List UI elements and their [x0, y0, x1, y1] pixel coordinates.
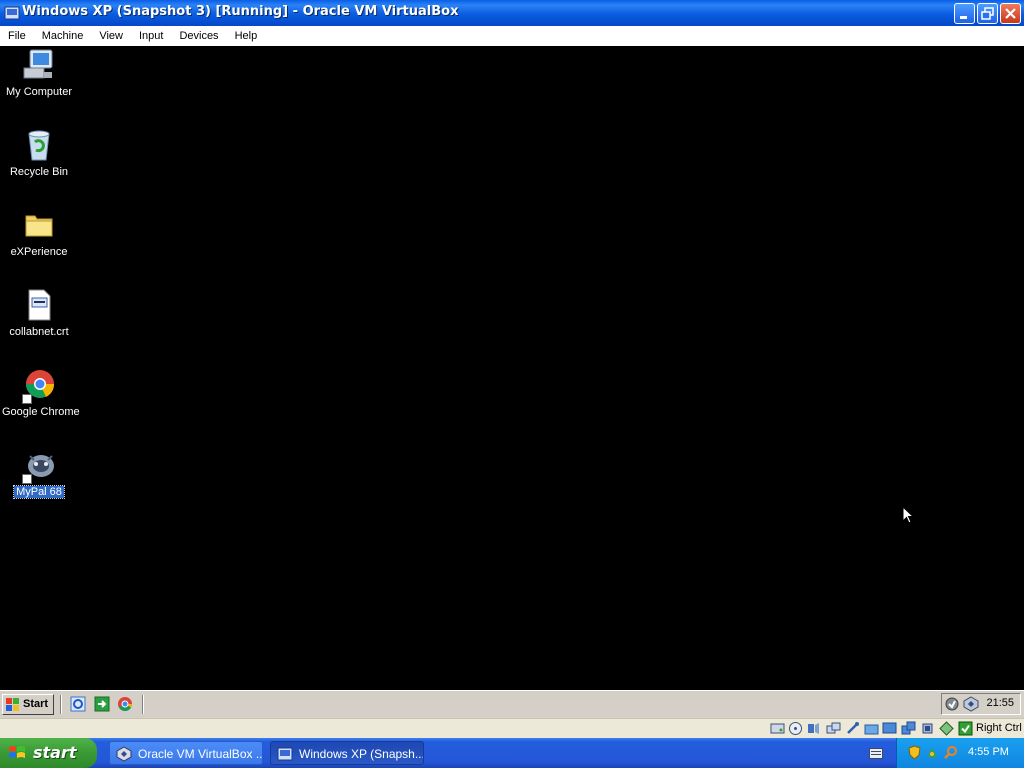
usb-icon[interactable] — [845, 721, 860, 736]
desktop-icon-google-chrome[interactable]: Google Chrome — [0, 368, 80, 418]
host-taskbar: start Oracle VM VirtualBox ... Windows X… — [0, 738, 1024, 768]
host-start-label: start — [33, 743, 77, 762]
hard-disk-icon[interactable] — [770, 721, 785, 736]
windows-flag-icon — [6, 698, 19, 711]
keyboard-icon[interactable] — [958, 721, 973, 736]
shortcut-arrow-icon — [22, 474, 32, 484]
desktop-icon-mypal[interactable]: MyPal 68 — [0, 448, 78, 499]
windows-xp-flag-icon — [9, 746, 25, 758]
display-icon[interactable] — [882, 721, 897, 736]
desktop-icon-label: collabnet.crt — [9, 326, 69, 338]
host-system-tray: 4:55 PM — [896, 738, 1024, 768]
desktop-icon-experience[interactable]: eXPerience — [0, 208, 78, 258]
ie-icon[interactable] — [70, 696, 86, 712]
menu-view[interactable]: View — [91, 26, 131, 46]
desktop-icon-label: eXPerience — [10, 246, 68, 258]
network-status-icon[interactable] — [925, 745, 940, 760]
desktop-icon-label: MyPal 68 — [13, 485, 65, 499]
desktop-icon-recycle-bin[interactable]: Recycle Bin — [0, 128, 78, 178]
taskbar-button-virtualbox-manager[interactable]: Oracle VM VirtualBox ... — [109, 741, 263, 765]
mouse-cursor-icon — [902, 506, 914, 524]
optical-drive-icon[interactable] — [788, 721, 803, 736]
vm-display[interactable]: My Computer Recycle Bin eXPerience colla… — [0, 46, 1024, 690]
minimize-button[interactable] — [954, 3, 975, 24]
folder-icon — [25, 215, 53, 237]
menu-input[interactable]: Input — [131, 26, 171, 46]
taskbar-button-windows-xp-vm[interactable]: Windows XP (Snapsh... — [270, 741, 424, 765]
vm-windows-icon — [277, 747, 293, 761]
menu-file[interactable]: File — [0, 26, 34, 46]
video-capture-icon[interactable] — [901, 721, 916, 736]
close-button[interactable] — [1000, 3, 1021, 24]
network-icon[interactable] — [826, 721, 841, 736]
language-bar-icon[interactable] — [869, 748, 883, 759]
taskbar-button-label: Oracle VM VirtualBox ... — [138, 747, 263, 761]
tray-virtualbox-icon[interactable] — [963, 696, 979, 712]
show-desktop-icon[interactable] — [94, 696, 110, 712]
shared-folders-icon[interactable] — [864, 721, 879, 736]
search-icon[interactable] — [944, 745, 959, 760]
virtualbox-icon — [116, 746, 132, 762]
my-computer-icon — [23, 49, 53, 79]
host-key-label[interactable]: Right Ctrl — [976, 722, 1022, 734]
host-clock[interactable]: 4:55 PM — [968, 746, 1009, 758]
guest-system-tray: 21:55 — [941, 693, 1021, 715]
desktop-icon-my-computer[interactable]: My Computer — [0, 48, 78, 98]
restore-icon — [981, 7, 994, 20]
restore-button[interactable] — [977, 3, 998, 24]
minimize-icon — [960, 16, 967, 19]
close-icon — [1005, 8, 1016, 19]
shortcut-arrow-icon — [22, 394, 32, 404]
window-title: Windows XP (Snapshot 3) [Running] - Orac… — [22, 4, 459, 19]
recycle-bin-icon — [28, 130, 50, 161]
chrome-icon[interactable] — [117, 696, 133, 712]
tray-security-icon[interactable] — [944, 696, 960, 712]
virtualbox-window-icon — [4, 6, 20, 20]
guest-clock[interactable]: 21:55 — [986, 697, 1014, 709]
host-start-button[interactable]: start — [0, 738, 97, 768]
guest-start-button[interactable]: Start — [2, 694, 54, 715]
window-titlebar[interactable]: Windows XP (Snapshot 3) [Running] - Orac… — [0, 0, 1024, 26]
menu-machine[interactable]: Machine — [34, 26, 92, 46]
security-shield-icon[interactable] — [907, 745, 922, 760]
menu-bar: File Machine View Input Devices Help — [0, 26, 1024, 47]
guest-start-label: Start — [23, 698, 49, 710]
toolbar-separator — [60, 695, 62, 714]
audio-icon[interactable] — [806, 721, 821, 736]
desktop-icon-collabnet[interactable]: collabnet.crt — [0, 288, 78, 338]
desktop-icon-label: Recycle Bin — [9, 166, 69, 178]
toolbar-separator — [142, 695, 144, 714]
menu-help[interactable]: Help — [227, 26, 266, 46]
desktop-icon-label: My Computer — [5, 86, 73, 98]
vbox-status-bar: Right Ctrl — [0, 718, 1024, 738]
certificate-file-icon — [28, 289, 51, 321]
desktop-icon-label: Google Chrome — [2, 406, 80, 418]
menu-devices[interactable]: Devices — [171, 26, 226, 46]
cpu-icon[interactable] — [920, 721, 935, 736]
mouse-integration-icon[interactable] — [939, 721, 954, 736]
taskbar-button-label: Windows XP (Snapsh... — [299, 747, 424, 761]
guest-taskbar: Start 21:55 — [0, 690, 1024, 718]
